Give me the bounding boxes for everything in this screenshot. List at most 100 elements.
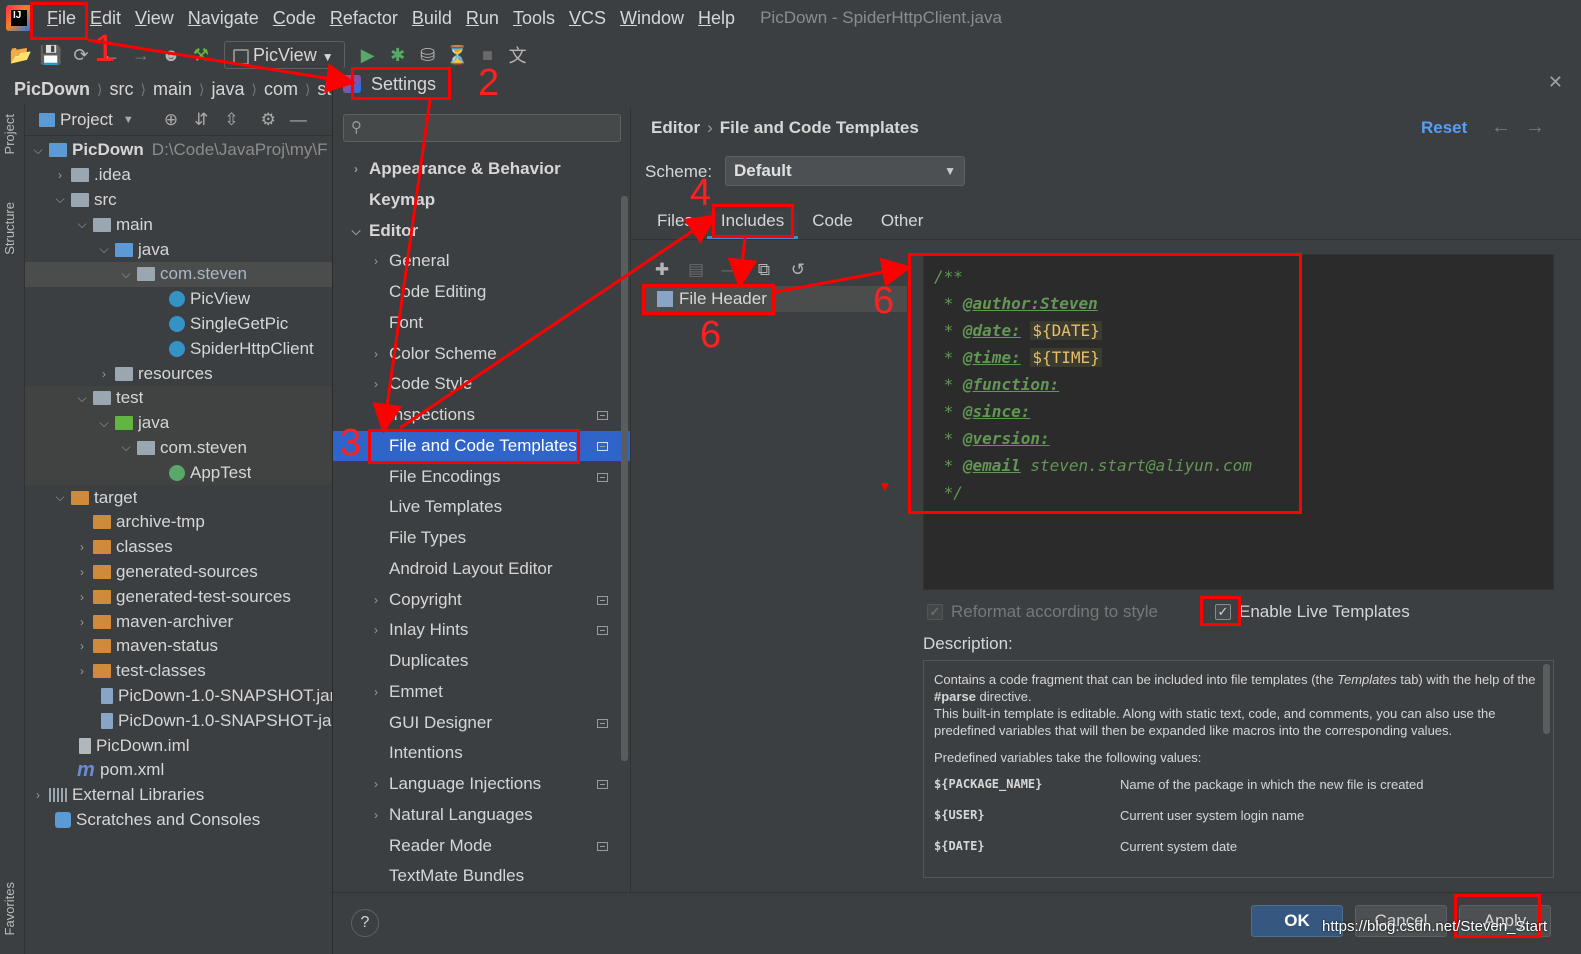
template-item-file-header[interactable]: File Header <box>645 286 907 312</box>
menu-edit[interactable]: Edit <box>83 0 128 36</box>
back-arrow-icon[interactable]: ← <box>1491 116 1511 139</box>
tree-row[interactable]: › .idea <box>25 163 332 188</box>
add-icon[interactable]: ✚ <box>645 260 679 280</box>
chevron-right-icon[interactable]: › <box>75 540 89 554</box>
chevron-right-icon[interactable]: › <box>97 367 111 381</box>
nav-file-types[interactable]: File Types <box>333 523 630 553</box>
tree-row[interactable]: › External Libraries <box>25 783 332 808</box>
nav-code-editing[interactable]: Code Editing <box>333 277 630 307</box>
chevron-down-icon[interactable]: ⌵ <box>119 440 133 455</box>
nav-file-and-code-templates[interactable]: File and Code Templates <box>333 431 630 461</box>
stop-icon[interactable]: ■ <box>473 40 503 70</box>
nav-inspections[interactable]: Inspections <box>333 400 630 430</box>
reset-link[interactable]: Reset <box>1421 118 1467 138</box>
tree-row[interactable]: ⌵ java <box>25 237 332 262</box>
tree-row-project-root[interactable]: ⌵ PicDown D:\Code\JavaProj\my\F <box>25 138 332 163</box>
minimize-icon[interactable]: — <box>290 110 307 130</box>
tree-row[interactable]: ⌵ main <box>25 212 332 237</box>
tree-row[interactable]: archive-tmp <box>25 510 332 535</box>
chevron-down-icon[interactable]: ▼ <box>123 114 134 126</box>
nav-copyright[interactable]: › Copyright <box>333 585 630 615</box>
build-hammer-icon[interactable]: ⚒ <box>186 40 216 70</box>
tab-code[interactable]: Code <box>798 211 867 239</box>
nav-scrollbar[interactable] <box>621 196 628 761</box>
breadcrumb-item[interactable]: PicDown <box>14 79 90 100</box>
menu-help[interactable]: Help <box>691 0 742 36</box>
chevron-down-icon[interactable]: ⌵ <box>75 391 89 406</box>
scheme-select[interactable]: Default ▼ <box>725 156 965 186</box>
tree-row-selected[interactable]: ⌵ com.steven <box>25 261 332 287</box>
chevron-right-icon[interactable]: › <box>367 377 385 391</box>
tree-row[interactable]: ⌵ src <box>25 188 332 213</box>
menu-file[interactable]: File <box>40 0 83 36</box>
chevron-right-icon[interactable]: › <box>367 623 385 637</box>
chevron-down-icon[interactable]: ⌵ <box>97 416 111 431</box>
chevron-right-icon[interactable]: › <box>53 168 67 182</box>
tree-row[interactable]: AppTest <box>25 460 332 486</box>
chevron-right-icon[interactable]: › <box>367 808 385 822</box>
nav-android-layout-editor[interactable]: Android Layout Editor <box>333 554 630 584</box>
tree-row[interactable]: › test-classes <box>25 659 332 684</box>
revert-icon[interactable]: ↺ <box>781 260 815 280</box>
tree-row[interactable]: ⌵ test <box>25 385 332 411</box>
nav-code-style[interactable]: › Code Style <box>333 369 630 399</box>
tree-row[interactable]: ⌵ com.steven <box>25 435 332 461</box>
user-icon[interactable]: ☻ <box>156 40 186 70</box>
breadcrumb-item[interactable]: java <box>211 79 244 100</box>
nav-inlay-hints[interactable]: › Inlay Hints <box>333 615 630 645</box>
tree-row[interactable]: PicDown.iml <box>25 733 332 758</box>
chevron-down-icon[interactable]: ⌵ <box>97 242 111 257</box>
project-view-select[interactable]: Project <box>60 110 113 130</box>
nav-intentions[interactable]: Intentions <box>333 738 630 768</box>
menu-refactor[interactable]: Refactor <box>323 0 405 36</box>
tree-row[interactable]: › maven-archiver <box>25 609 332 634</box>
chevron-right-icon[interactable]: › <box>31 788 45 802</box>
chevron-down-icon[interactable]: ⌵ <box>31 143 45 158</box>
chevron-right-icon[interactable]: › <box>75 664 89 678</box>
nav-gui-designer[interactable]: GUI Designer <box>333 708 630 738</box>
run-configuration-select[interactable]: PicView ▼ <box>224 41 345 69</box>
tree-row[interactable]: ⌵ java <box>25 410 332 436</box>
tree-row[interactable]: SingleGetPic <box>25 312 332 337</box>
coverage-icon[interactable]: ⛁ <box>413 40 443 70</box>
menu-run[interactable]: Run <box>459 0 506 36</box>
menu-navigate[interactable]: Navigate <box>181 0 266 36</box>
tree-row[interactable]: ⌵ target <box>25 485 332 510</box>
chevron-down-icon[interactable]: ⌵ <box>53 192 67 207</box>
chevron-right-icon[interactable]: › <box>367 777 385 791</box>
debug-icon[interactable]: ✱ <box>383 40 413 70</box>
menu-tools[interactable]: Tools <box>506 0 562 36</box>
nav-reader-mode[interactable]: Reader Mode <box>333 831 630 861</box>
chevron-right-icon[interactable]: › <box>367 593 385 607</box>
favorites-tool-tab[interactable]: Favorites <box>2 882 17 935</box>
tree-row[interactable]: Scratches and Consoles <box>25 808 332 833</box>
remove-icon[interactable]: — <box>713 260 747 280</box>
nav-natural-languages[interactable]: › Natural Languages <box>333 800 630 830</box>
run-icon[interactable]: ▶ <box>353 40 383 70</box>
chevron-down-icon[interactable]: ⌵ <box>119 267 133 282</box>
nav-live-templates[interactable]: Live Templates <box>333 492 630 522</box>
nav-keymap[interactable]: Keymap <box>333 185 630 215</box>
add-child-icon[interactable]: ▤ <box>679 260 713 280</box>
tree-row[interactable]: › classes <box>25 535 332 560</box>
chevron-right-icon[interactable]: › <box>75 639 89 653</box>
tab-other[interactable]: Other <box>867 211 938 239</box>
chevron-right-icon[interactable]: › <box>367 685 385 699</box>
tree-row[interactable]: PicDown-1.0-SNAPSHOT-ja <box>25 708 332 733</box>
forward-icon[interactable]: → <box>126 40 156 70</box>
tree-row[interactable]: › maven-status <box>25 634 332 659</box>
tree-row[interactable]: m pom.xml <box>25 758 332 783</box>
live-templates-checkbox[interactable]: ✓ <box>1215 604 1231 620</box>
tree-row[interactable]: PicView <box>25 287 332 312</box>
collapse-all-icon[interactable]: ⇳ <box>224 110 238 130</box>
chevron-right-icon[interactable]: › <box>75 590 89 604</box>
nav-editor[interactable]: ⌵ Editor <box>333 216 630 246</box>
nav-duplicates[interactable]: Duplicates <box>333 646 630 676</box>
tree-row[interactable]: › generated-test-sources <box>25 584 332 609</box>
settings-search-input[interactable]: ⚲ <box>343 114 621 142</box>
close-icon[interactable]: ✕ <box>1548 72 1563 93</box>
nav-general[interactable]: › General <box>333 246 630 276</box>
tree-row[interactable]: PicDown-1.0-SNAPSHOT.jar <box>25 684 332 709</box>
nav-file-encodings[interactable]: File Encodings <box>333 462 630 492</box>
chevron-right-icon[interactable]: › <box>347 162 365 176</box>
